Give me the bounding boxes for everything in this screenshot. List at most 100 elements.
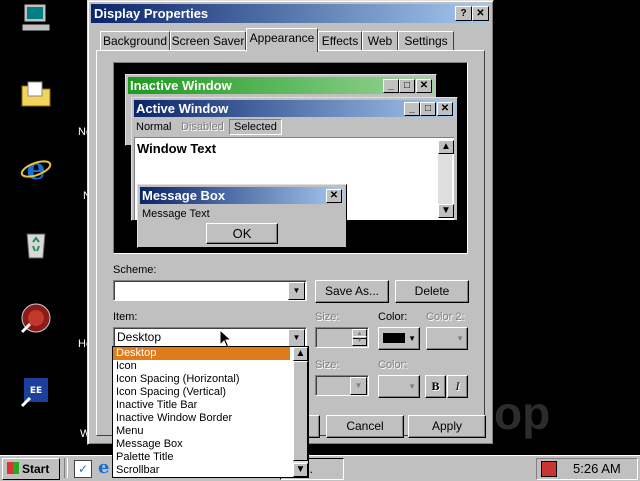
doom-graphic — [20, 302, 52, 334]
desktop-shortcut-icon[interactable]: ✓ — [74, 460, 92, 478]
size-label: Size: — [315, 311, 340, 323]
scroll-up-icon[interactable]: ▲ — [293, 347, 308, 361]
chevron-down-icon[interactable]: ▼ — [288, 282, 305, 300]
color2-picker-button[interactable]: ▼ — [426, 327, 468, 350]
font-size-label: Size: — [315, 359, 340, 371]
message-box-preview: Message Box ✕ Message Text OK — [137, 184, 347, 248]
folder-icon — [20, 78, 52, 110]
list-item[interactable]: Scrollbar — [113, 464, 308, 477]
system-tray: 5:26 AM — [536, 458, 638, 480]
doom-icon[interactable]: DOOM — [0, 302, 75, 349]
ie-icon[interactable]: e IE (Browservice) — [0, 152, 75, 212]
menu-selected: Selected — [229, 119, 282, 135]
list-item[interactable]: Menu — [113, 425, 308, 438]
chevron-down-icon[interactable]: ▼ — [288, 329, 305, 347]
my-documents-icon[interactable]: My Documents — [0, 78, 75, 125]
apply-button[interactable]: Apply — [408, 415, 486, 438]
chevron-down-icon: ▼ — [456, 334, 464, 343]
wolf3d-graphic: EE — [20, 376, 52, 408]
scroll-up-icon: ▲ — [438, 140, 454, 154]
list-item[interactable]: Icon Spacing (Vertical) — [113, 386, 308, 399]
list-item[interactable]: Message Box — [113, 438, 308, 451]
scheme-value — [114, 283, 117, 297]
color-picker-button[interactable]: ▼ — [378, 327, 420, 350]
chevron-down-icon: ▼ — [408, 334, 416, 343]
scheme-label: Scheme: — [113, 264, 157, 276]
quick-launch-divider — [64, 458, 68, 478]
desktop-watermark: op — [494, 387, 551, 439]
font-color-button[interactable]: ▼ — [378, 375, 420, 398]
list-scrollbar[interactable]: ▲ ▼ — [293, 347, 308, 477]
ok-button: OK — [206, 223, 278, 244]
ie-label: IE (Browservice) — [0, 187, 66, 212]
tab-effects[interactable]: Effects — [318, 31, 362, 51]
size-spinner[interactable]: ▲ ▼ — [315, 327, 369, 348]
recycle-bin-icon[interactable]: Recycle Bin — [0, 228, 75, 275]
internet-explorer-icon: e — [20, 152, 52, 187]
title-bar[interactable]: Display Properties ? ✕ — [91, 4, 490, 23]
windows-logo-icon — [7, 462, 19, 474]
start-button[interactable]: Start — [2, 458, 60, 480]
menu-normal: Normal — [136, 121, 172, 133]
window-text: Window Text — [137, 141, 217, 156]
wolf3d-icon[interactable]: EE WOLF3D — [0, 376, 75, 423]
font-color-label: Color: — [378, 359, 408, 371]
message-box-title: Message Box — [142, 188, 226, 203]
close-icon: ✕ — [437, 102, 453, 116]
color-label: Color: — [378, 311, 408, 323]
my-documents-label: My Documents — [0, 113, 71, 125]
color-swatch — [383, 333, 405, 343]
menu-disabled: Disabled — [181, 121, 224, 133]
tab-background[interactable]: Background — [100, 31, 170, 51]
window-title: Display Properties — [94, 6, 209, 21]
tab-appearance[interactable]: Appearance — [246, 28, 318, 52]
doom-label: DOOM — [0, 337, 32, 349]
spin-down-icon[interactable]: ▼ — [352, 336, 367, 346]
list-item[interactable]: Icon — [113, 360, 308, 373]
list-item[interactable]: Inactive Title Bar — [113, 399, 308, 412]
maximize-icon: □ — [399, 79, 415, 93]
delete-button[interactable]: Delete — [395, 280, 469, 303]
close-icon: ✕ — [326, 189, 342, 203]
scheduler-icon[interactable] — [541, 461, 557, 477]
close-button[interactable]: ✕ — [472, 6, 489, 21]
chevron-down-icon: ▼ — [408, 382, 416, 391]
list-item[interactable]: Palette Title — [113, 451, 308, 464]
item-label: Item: — [113, 311, 138, 323]
tab-settings[interactable]: Settings — [398, 31, 454, 51]
active-window-title: Active Window — [136, 101, 229, 116]
scroll-down-icon[interactable]: ▼ — [293, 463, 308, 477]
chevron-down-icon[interactable]: ▼ — [350, 377, 367, 395]
font-size-select[interactable]: ▼ — [315, 375, 369, 396]
color2-label: Color 2: — [426, 311, 465, 323]
start-label: Start — [22, 462, 50, 476]
item-select[interactable]: Desktop ▼ — [113, 327, 307, 348]
computer-icon — [20, 2, 52, 34]
list-item[interactable]: Inactive Window Border — [113, 412, 308, 425]
my-computer-icon[interactable]: My Computer — [0, 2, 75, 49]
appearance-preview[interactable]: Inactive Window _ □ ✕ Active Window _ □ … — [113, 62, 468, 254]
svg-text:e: e — [26, 152, 45, 184]
recycle-bin-graphic — [20, 228, 52, 260]
wolf3d-label: WOLF3D — [0, 411, 43, 423]
item-value: Desktop — [117, 330, 162, 344]
close-icon: ✕ — [416, 79, 432, 93]
tab-screen-saver[interactable]: Screen Saver — [170, 31, 246, 51]
minimize-icon: _ — [404, 102, 420, 116]
cancel-button[interactable]: Cancel — [326, 415, 404, 438]
message-text: Message Text — [142, 208, 210, 220]
list-item[interactable]: Desktop — [113, 347, 290, 360]
italic-button[interactable]: I — [447, 375, 468, 398]
bold-button[interactable]: B — [425, 375, 446, 398]
save-as-button[interactable]: Save As... — [315, 280, 389, 303]
ie-quicklaunch-icon[interactable]: e — [98, 457, 109, 478]
tab-web[interactable]: Web — [362, 31, 398, 51]
help-button[interactable]: ? — [455, 6, 472, 21]
list-item[interactable]: Icon Spacing (Horizontal) — [113, 373, 308, 386]
recycle-bin-label: Recycle Bin — [0, 263, 56, 275]
scheme-select[interactable]: ▼ — [113, 280, 307, 301]
scroll-thumb[interactable] — [293, 361, 308, 461]
scroll-down-icon: ▼ — [438, 204, 454, 218]
item-dropdown-list[interactable]: Desktop Icon Icon Spacing (Horizontal) I… — [112, 346, 309, 478]
clock[interactable]: 5:26 AM — [573, 459, 621, 479]
